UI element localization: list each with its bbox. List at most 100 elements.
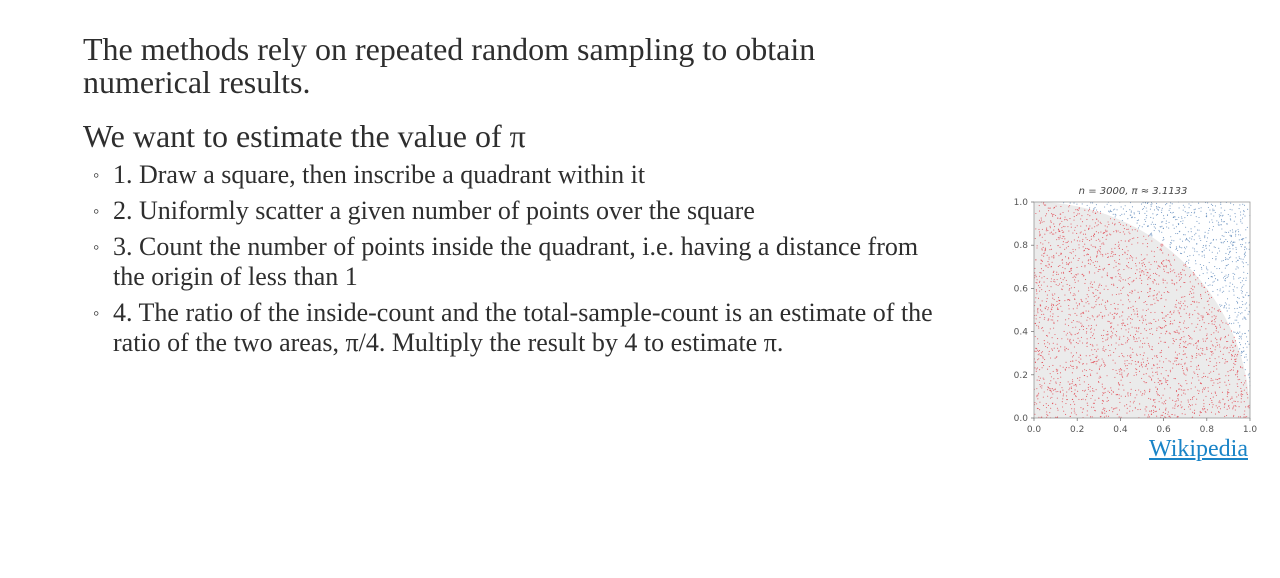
point-inside (1211, 344, 1213, 346)
point-inside (1204, 375, 1207, 378)
point-inside (1193, 286, 1195, 288)
point-inside (1138, 328, 1140, 330)
point-inside (1149, 390, 1151, 392)
point-inside (1065, 334, 1067, 336)
point-outside (1194, 250, 1196, 252)
point-inside (1139, 268, 1141, 270)
point-inside (1107, 221, 1109, 223)
point-outside (1239, 276, 1241, 279)
point-inside (1186, 356, 1188, 358)
point-inside (1107, 399, 1109, 402)
point-outside (1237, 331, 1239, 333)
point-inside (1163, 401, 1165, 403)
point-outside (1163, 217, 1165, 220)
point-inside (1163, 326, 1166, 328)
point-inside (1083, 305, 1085, 307)
point-outside (1076, 203, 1078, 205)
point-inside (1086, 414, 1088, 416)
point-outside (1153, 223, 1155, 225)
point-outside (1235, 235, 1237, 237)
point-inside (1069, 284, 1071, 286)
point-inside (1138, 327, 1140, 329)
point-inside (1164, 416, 1166, 418)
point-inside (1088, 208, 1091, 210)
point-inside (1137, 409, 1139, 411)
point-inside (1208, 323, 1210, 325)
point-inside (1236, 373, 1238, 375)
point-outside (1243, 362, 1245, 364)
point-outside (1205, 245, 1207, 247)
point-inside (1047, 341, 1049, 343)
point-inside (1069, 218, 1071, 220)
point-inside (1118, 394, 1120, 396)
point-outside (1156, 207, 1158, 209)
wikipedia-link[interactable]: Wikipedia (1149, 436, 1248, 463)
point-outside (1244, 251, 1246, 253)
point-inside (1096, 344, 1098, 346)
point-inside (1191, 355, 1193, 357)
point-outside (1216, 252, 1219, 254)
point-outside (1154, 223, 1157, 225)
point-inside (1100, 231, 1102, 233)
point-inside (1124, 325, 1126, 327)
point-inside (1201, 352, 1203, 354)
point-inside (1070, 386, 1072, 388)
point-inside (1212, 404, 1214, 406)
point-outside (1237, 322, 1239, 324)
point-inside (1035, 368, 1037, 370)
point-inside (1213, 332, 1215, 334)
point-inside (1095, 300, 1097, 303)
point-inside (1075, 209, 1077, 211)
point-inside (1210, 378, 1212, 380)
point-inside (1216, 368, 1218, 370)
point-inside (1149, 295, 1151, 297)
point-inside (1128, 316, 1130, 318)
point-inside (1185, 265, 1187, 267)
point-inside (1243, 416, 1245, 418)
point-inside (1107, 344, 1109, 346)
point-outside (1233, 204, 1235, 206)
point-inside (1180, 277, 1182, 279)
point-inside (1083, 375, 1085, 377)
point-inside (1193, 344, 1195, 346)
steps-list: ◦ 1. Draw a square, then inscribe a quadr… (83, 160, 943, 364)
point-inside (1221, 391, 1223, 393)
point-inside (1070, 226, 1072, 228)
point-inside (1153, 251, 1155, 253)
point-inside (1230, 344, 1232, 346)
point-outside (1168, 209, 1170, 211)
point-outside (1231, 261, 1233, 263)
point-inside (1197, 340, 1199, 342)
point-inside (1192, 300, 1194, 302)
point-outside (1234, 319, 1236, 321)
point-inside (1094, 246, 1096, 248)
point-inside (1181, 367, 1184, 370)
point-inside (1181, 413, 1183, 415)
point-inside (1068, 270, 1070, 272)
point-inside (1035, 212, 1037, 215)
point-inside (1088, 310, 1090, 312)
point-inside (1143, 273, 1145, 275)
point-outside (1224, 302, 1226, 304)
point-outside (1239, 348, 1241, 350)
point-inside (1122, 225, 1124, 227)
point-inside (1047, 395, 1049, 397)
point-inside (1103, 392, 1105, 395)
point-inside (1200, 295, 1202, 297)
point-inside (1172, 254, 1174, 256)
point-inside (1139, 354, 1141, 356)
point-inside (1196, 301, 1198, 303)
point-inside (1162, 278, 1164, 280)
point-inside (1036, 279, 1038, 281)
point-inside (1036, 388, 1038, 390)
point-inside (1044, 233, 1046, 235)
point-outside (1196, 229, 1199, 231)
point-inside (1143, 263, 1146, 265)
point-outside (1225, 265, 1227, 267)
point-inside (1080, 398, 1083, 401)
x-tick-label: 0.0 (1027, 425, 1042, 435)
point-inside (1104, 305, 1106, 307)
point-inside (1096, 299, 1098, 301)
point-inside (1096, 360, 1098, 362)
point-inside (1104, 412, 1106, 414)
